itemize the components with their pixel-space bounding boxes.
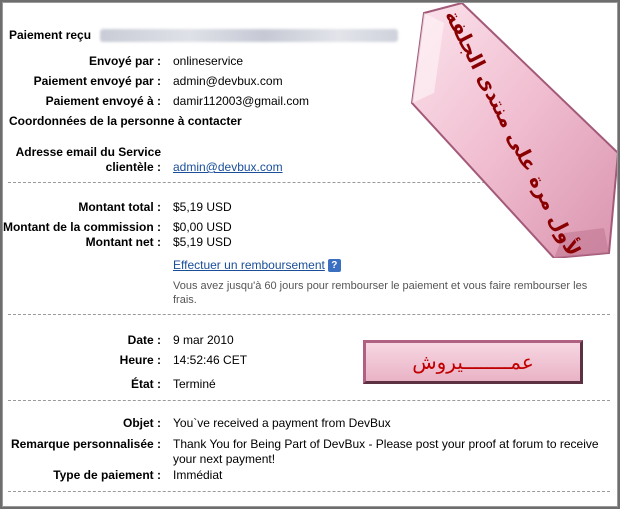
section-divider	[8, 314, 610, 315]
status-label: État :	[131, 377, 161, 391]
fee-amount-value: $0,00 USD	[173, 220, 232, 234]
help-icon[interactable]: ?	[327, 259, 341, 273]
payment-sent-to-value: damir112003@gmail.com	[173, 94, 310, 108]
payment-sent-to-label: Paiement envoyé à :	[45, 94, 161, 108]
total-amount-value: $5,19 USD	[173, 200, 232, 214]
contact-heading: Coordonnées de la personne à contacter	[9, 114, 242, 128]
subject-value: You`ve received a payment from DevBux	[173, 416, 391, 430]
payment-received-label: Paiement reçu	[9, 28, 92, 42]
net-amount-label: Montant net :	[85, 235, 161, 249]
name-stamp: عمــــــــيروش	[363, 340, 583, 384]
stamp-name-text: عمــــــــيروش	[412, 350, 534, 374]
note-value: Thank You for Being Part of DevBux - Ple…	[173, 437, 599, 466]
fee-amount-label: Montant de la commission :	[2, 220, 161, 234]
service-email-label-line2: clientèle :	[105, 160, 161, 174]
subject-label: Objet :	[123, 416, 161, 430]
refund-note: Vous avez jusqu'à 60 jours pour rembours…	[173, 280, 588, 306]
refund-link[interactable]: Effectuer un remboursement	[173, 258, 325, 272]
section-divider	[8, 491, 610, 492]
note-label: Remarque personnalisée :	[10, 437, 161, 451]
date-value: 9 mar 2010	[173, 333, 234, 347]
payment-sent-by-value: admin@devbux.com	[173, 74, 283, 88]
sent-by-value: onlineservice	[173, 54, 244, 68]
payment-details-panel: Paiement reçu Envoyé par : onlineservice…	[2, 2, 618, 507]
service-email-label-line1: Adresse email du Service	[15, 145, 161, 159]
sent-by-label: Envoyé par :	[88, 54, 161, 68]
status-value: Terminé	[173, 377, 216, 391]
payment-sent-by-label: Paiement envoyé par :	[33, 74, 161, 88]
date-label: Date :	[127, 333, 161, 347]
net-amount-value: $5,19 USD	[173, 235, 232, 249]
section-divider	[8, 400, 610, 401]
transaction-id-redacted	[100, 29, 398, 42]
refund-row: Effectuer un remboursement?	[173, 258, 341, 273]
time-value: 14:52:46 CET	[173, 353, 248, 367]
total-amount-label: Montant total :	[78, 200, 161, 214]
time-label: Heure :	[119, 353, 161, 367]
payment-type-label: Type de paiement :	[53, 468, 161, 482]
service-email-link[interactable]: admin@devbux.com	[173, 160, 283, 175]
payment-type-value: Immédiat	[173, 468, 223, 482]
